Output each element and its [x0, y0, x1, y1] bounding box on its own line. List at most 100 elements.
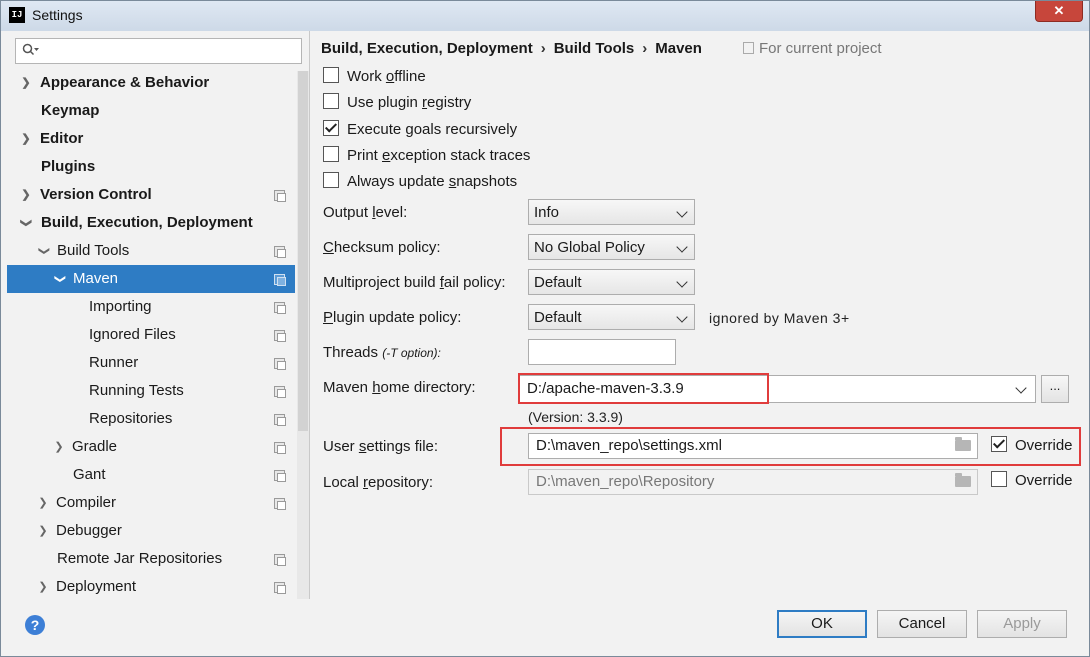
use-plugin-registry-checkbox[interactable]: Use plugin registry — [323, 92, 471, 114]
chevron-down-icon: ❯ — [38, 246, 50, 256]
checkbox-box[interactable] — [323, 67, 339, 83]
plugin-update-hint: ignored by Maven 3+ — [709, 310, 850, 326]
scope-note: For current project — [743, 40, 882, 57]
project-scope-icon — [274, 582, 286, 594]
sidebar-item-debugger[interactable]: ❯ Debugger — [7, 517, 295, 545]
chevron-down-icon — [676, 206, 688, 218]
chevron-down-icon — [676, 311, 688, 323]
app-icon: IJ — [9, 7, 25, 23]
window-title: Settings — [32, 7, 83, 23]
project-scope-icon — [274, 330, 286, 342]
sidebar-item-running-tests[interactable]: Running Tests — [7, 377, 295, 405]
settings-window: IJ Settings ✕ ❯ Appearance & Behavior Key… — [0, 0, 1090, 657]
project-scope-icon — [743, 42, 754, 54]
breadcrumb: Build, Execution, Deployment › Build Tools… — [321, 40, 702, 57]
chevron-right-icon: ❯ — [38, 497, 48, 509]
local-repository-input: D:\maven_repo\Repository — [528, 469, 978, 495]
sidebar-item-gant[interactable]: Gant — [7, 461, 295, 489]
chevron-down-icon — [676, 241, 688, 253]
folder-icon[interactable] — [955, 437, 971, 451]
maven-home-combobox[interactable]: D:/apache-maven-3.3.9 — [519, 375, 1036, 403]
execute-goals-checkbox[interactable]: Execute goals recursively — [323, 119, 517, 141]
folder-icon — [955, 473, 971, 487]
close-button[interactable]: ✕ — [1035, 1, 1083, 22]
chevron-right-icon: ❯ — [54, 441, 64, 453]
work-offline-checkbox[interactable]: Work offline — [323, 66, 426, 88]
multiproject-fail-policy-label: Multiproject build fail policy: — [323, 274, 506, 291]
sidebar-item-remote-jar-repositories[interactable]: Remote Jar Repositories — [7, 545, 295, 573]
output-level-label: Output level: — [323, 204, 408, 221]
chevron-down-icon: ❯ — [54, 274, 66, 284]
sidebar-item-deployment[interactable]: ❯ Deployment — [7, 573, 295, 599]
sidebar-item-importing[interactable]: Importing — [7, 293, 295, 321]
project-scope-icon — [274, 386, 286, 398]
sidebar: ❯ Appearance & Behavior Keymap ❯ Editor Pl… — [7, 31, 310, 599]
sidebar-item-appearance[interactable]: ❯ Appearance & Behavior — [7, 69, 295, 97]
checkbox-box-checked[interactable] — [323, 120, 339, 136]
sidebar-item-runner[interactable]: Runner — [7, 349, 295, 377]
chevron-right-icon: ❯ — [38, 581, 48, 593]
dialog-footer: ? OK Cancel Apply — [1, 599, 1089, 656]
settings-panel: Build, Execution, Deployment › Build Tools… — [311, 31, 1089, 599]
chevron-down-icon — [1015, 382, 1027, 394]
ok-button[interactable]: OK — [777, 610, 867, 638]
user-settings-input[interactable]: D:\maven_repo\settings.xml — [528, 433, 978, 459]
user-settings-override-checkbox[interactable]: Override — [991, 435, 1073, 457]
project-scope-icon — [274, 554, 286, 566]
title-bar: IJ Settings ✕ — [1, 1, 1089, 31]
sidebar-item-build-tools[interactable]: ❯ Build Tools — [7, 237, 295, 265]
chevron-right-icon: ❯ — [21, 189, 31, 201]
sidebar-item-editor[interactable]: ❯ Editor — [7, 125, 295, 153]
sidebar-item-compiler[interactable]: ❯ Compiler — [7, 489, 295, 517]
sidebar-scrollbar[interactable] — [297, 71, 309, 599]
apply-button[interactable]: Apply — [977, 610, 1067, 638]
chevron-right-icon: ❯ — [38, 525, 48, 537]
user-settings-label: User settings file: — [323, 438, 439, 455]
scrollbar-thumb[interactable] — [298, 71, 308, 431]
checkbox-box[interactable] — [323, 146, 339, 162]
browse-maven-home-button[interactable]: ... — [1041, 375, 1069, 403]
chevron-down-icon — [676, 276, 688, 288]
project-scope-icon — [274, 498, 286, 510]
sidebar-item-repositories[interactable]: Repositories — [7, 405, 295, 433]
search-icon — [22, 43, 39, 57]
sidebar-item-plugins[interactable]: Plugins — [7, 153, 295, 181]
project-scope-icon — [274, 470, 286, 482]
sidebar-item-ignored-files[interactable]: Ignored Files — [7, 321, 295, 349]
checksum-policy-select[interactable]: No Global Policy — [528, 234, 695, 260]
checksum-policy-label: Checksum policy: — [323, 239, 441, 256]
sidebar-item-keymap[interactable]: Keymap — [7, 97, 295, 125]
checkbox-box[interactable] — [991, 471, 1007, 487]
project-scope-icon — [274, 414, 286, 426]
chevron-down-icon: ❯ — [20, 218, 32, 228]
maven-home-label: Maven home directory: — [323, 379, 476, 396]
always-update-snapshots-checkbox[interactable]: Always update snapshots — [323, 171, 517, 193]
threads-label: Threads (-T option): — [323, 344, 441, 361]
checkbox-box-checked[interactable] — [991, 436, 1007, 452]
cancel-button[interactable]: Cancel — [877, 610, 967, 638]
maven-version: (Version: 3.3.9) — [528, 409, 623, 425]
plugin-update-policy-select[interactable]: Default — [528, 304, 695, 330]
threads-input[interactable] — [528, 339, 676, 365]
plugin-update-policy-label: Plugin update policy: — [323, 309, 462, 326]
sidebar-item-gradle[interactable]: ❯ Gradle — [7, 433, 295, 461]
project-scope-icon — [274, 358, 286, 370]
sidebar-item-build-execution-deployment[interactable]: ❯ Build, Execution, Deployment — [7, 209, 295, 237]
project-scope-icon — [274, 442, 286, 454]
sidebar-item-maven[interactable]: ❯ Maven — [7, 265, 295, 293]
chevron-right-icon: ❯ — [21, 77, 31, 89]
project-scope-icon — [274, 274, 286, 286]
sidebar-item-version-control[interactable]: ❯ Version Control — [7, 181, 295, 209]
search-input[interactable] — [15, 38, 302, 64]
project-scope-icon — [274, 190, 286, 202]
local-repo-override-checkbox[interactable]: Override — [991, 470, 1073, 492]
print-exception-checkbox[interactable]: Print exception stack traces — [323, 145, 530, 167]
multiproject-fail-policy-select[interactable]: Default — [528, 269, 695, 295]
output-level-select[interactable]: Info — [528, 199, 695, 225]
checkbox-box[interactable] — [323, 93, 339, 109]
help-icon[interactable]: ? — [25, 615, 45, 635]
local-repository-label: Local repository: — [323, 474, 434, 491]
project-scope-icon — [274, 302, 286, 314]
chevron-right-icon: ❯ — [21, 133, 31, 145]
checkbox-box[interactable] — [323, 172, 339, 188]
